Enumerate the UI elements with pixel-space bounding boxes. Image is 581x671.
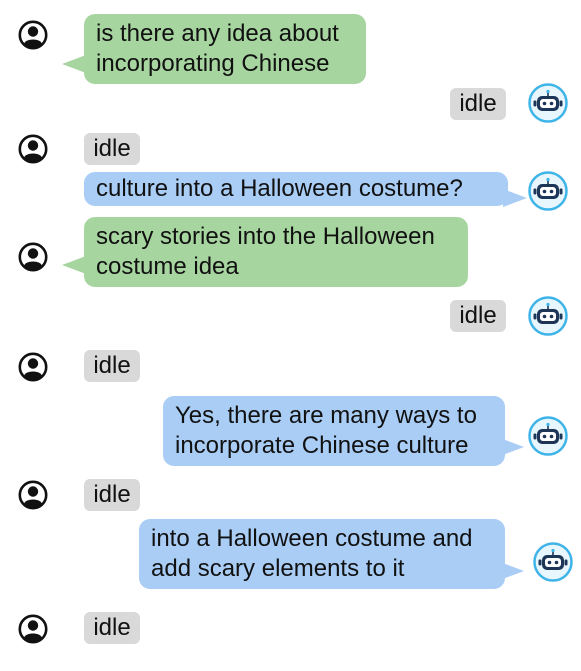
- bot-idle-status: idle: [450, 88, 506, 120]
- bubble-tail: [62, 55, 86, 73]
- bot-message-bubble: into a Halloween costume and add scary e…: [139, 519, 505, 589]
- user-avatar-icon: [18, 352, 48, 382]
- user-idle-status: idle: [84, 479, 140, 511]
- user-avatar-icon: [18, 20, 48, 50]
- bubble-tail: [62, 256, 86, 274]
- user-avatar-icon: [18, 480, 48, 510]
- user-idle-status: idle: [84, 133, 140, 165]
- robot-avatar-icon: [528, 171, 568, 211]
- bot-idle-status: idle: [450, 300, 506, 332]
- user-idle-status: idle: [84, 612, 140, 644]
- robot-avatar-icon: [533, 542, 573, 582]
- bot-message-bubble: culture into a Halloween costume?: [84, 172, 508, 206]
- user-avatar-icon: [18, 134, 48, 164]
- bubble-tail: [500, 438, 524, 456]
- bubble-tail: [503, 189, 527, 207]
- robot-avatar-icon: [528, 416, 568, 456]
- user-message-bubble: scary stories into the Halloween costume…: [84, 217, 468, 287]
- robot-avatar-icon: [528, 296, 568, 336]
- user-message-bubble: is there any idea about incorporating Ch…: [84, 14, 366, 84]
- bot-message-bubble: Yes, there are many ways to incorporate …: [163, 396, 505, 466]
- user-avatar-icon: [18, 614, 48, 644]
- bubble-tail: [500, 562, 524, 580]
- robot-avatar-icon: [528, 83, 568, 123]
- user-avatar-icon: [18, 242, 48, 272]
- user-idle-status: idle: [84, 350, 140, 382]
